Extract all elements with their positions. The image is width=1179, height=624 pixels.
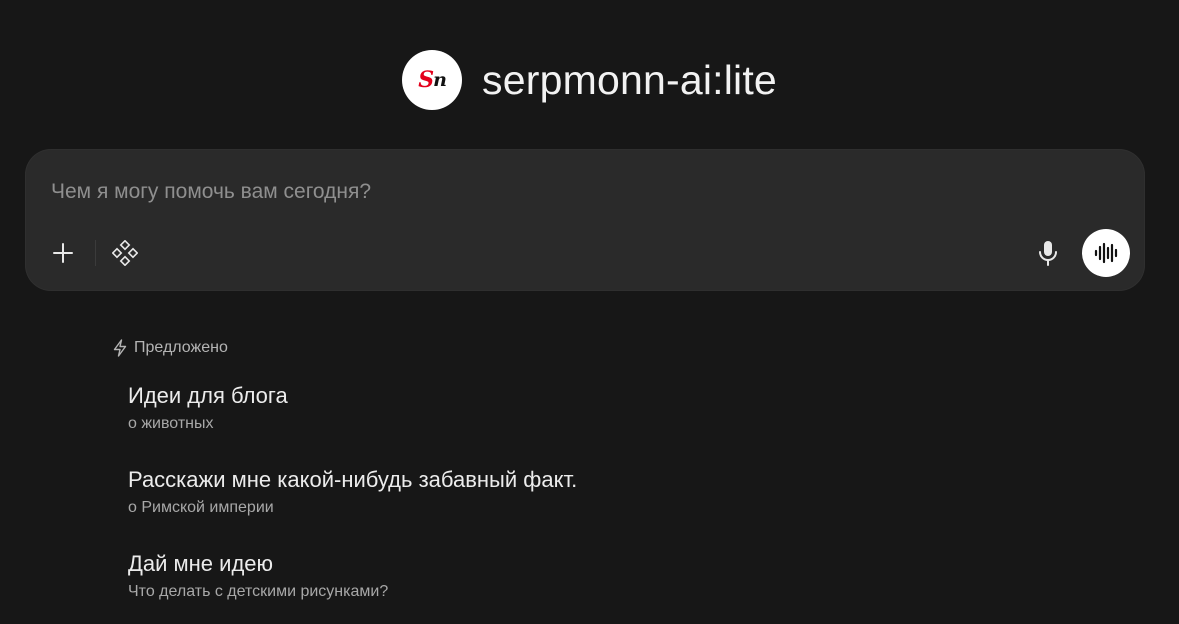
suggestion-item[interactable]: Дай мне идею Что делать с детскими рисун…	[128, 550, 388, 602]
add-attachment-button[interactable]	[45, 235, 81, 271]
suggestion-title: Расскажи мне какой-нибудь забавный факт.	[128, 467, 578, 492]
suggestion-title: Идеи для блога	[128, 383, 288, 408]
brand-header: Sn serpmonn-ai:lite	[0, 50, 1179, 110]
suggestion-item[interactable]: Расскажи мне какой-нибудь забавный факт.…	[128, 466, 577, 518]
prompt-input[interactable]	[51, 177, 1051, 207]
model-name: serpmonn-ai:lite	[482, 56, 777, 103]
plus-icon	[53, 243, 73, 263]
voice-waveform-icon	[1094, 242, 1118, 264]
suggestion-subtitle: о животных	[128, 415, 214, 432]
suggested-header: Предложено	[112, 339, 228, 357]
prompt-composer	[25, 149, 1145, 291]
tools-button[interactable]	[107, 235, 143, 271]
suggestion-title: Дай мне идею	[128, 551, 274, 576]
logo-letter-s: S	[418, 67, 434, 93]
page: Sn serpmonn-ai:lite Чем я могу помочь ва…	[0, 0, 1179, 624]
brand-logo: Sn	[402, 50, 463, 110]
microphone-icon	[1039, 241, 1057, 266]
voice-mode-button[interactable]	[1082, 229, 1130, 277]
suggestion-item[interactable]: Идеи для блога о животных	[128, 382, 288, 434]
suggestion-subtitle: о Римской империи	[128, 499, 274, 516]
bolt-icon	[113, 339, 127, 357]
toolbar-divider	[95, 240, 96, 266]
suggestion-subtitle: Что делать с детскими рисунками?	[128, 583, 389, 600]
suggested-label: Предложено	[134, 339, 228, 356]
tools-icon	[112, 240, 138, 266]
dictate-button[interactable]	[1030, 235, 1066, 271]
logo-letter-n: n	[433, 69, 447, 91]
